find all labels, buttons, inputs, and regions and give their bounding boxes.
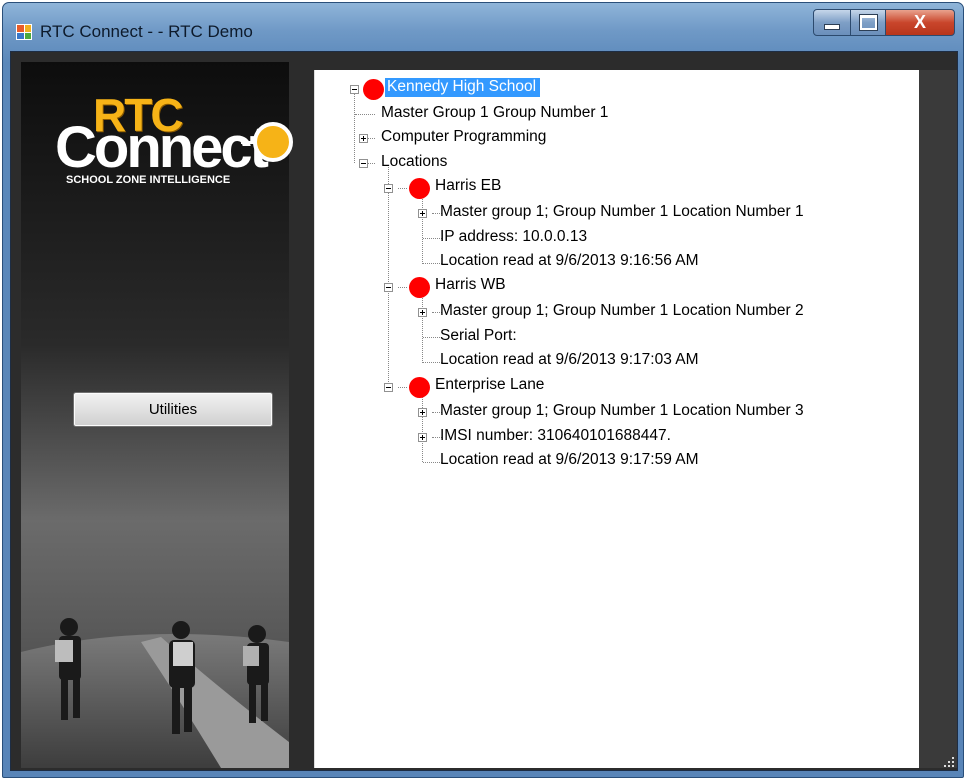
resize-grip-icon[interactable] bbox=[943, 756, 955, 768]
tree-node-harris-wb-serial[interactable]: Serial Port: bbox=[440, 327, 517, 345]
maximize-button[interactable] bbox=[850, 9, 886, 36]
tree-node-harris-wb[interactable]: Harris WB bbox=[435, 276, 506, 294]
logo-ring-icon bbox=[253, 122, 293, 162]
expand-toggle[interactable] bbox=[359, 134, 368, 143]
logo-tagline: SCHOOL ZONE INTELLIGENCE bbox=[66, 174, 231, 186]
status-dot-icon bbox=[409, 277, 430, 298]
tree-node-enterprise-imsi[interactable]: IMSI number: 310640101688447. bbox=[440, 427, 671, 445]
tree-node-harris-wb-master[interactable]: Master group 1; Group Number 1 Location … bbox=[440, 302, 804, 320]
app-window: RTC Connect - - RTC Demo X RTC Connect S… bbox=[2, 2, 964, 778]
minimize-icon bbox=[824, 23, 840, 30]
collapse-toggle[interactable] bbox=[384, 383, 393, 392]
expand-toggle[interactable] bbox=[418, 209, 427, 218]
collapse-toggle[interactable] bbox=[384, 283, 393, 292]
tree-node-locations[interactable]: Locations bbox=[381, 153, 447, 171]
tree-node-computer-programming[interactable]: Computer Programming bbox=[381, 128, 546, 146]
tree-node-harris-eb[interactable]: Harris EB bbox=[435, 177, 501, 195]
utilities-button[interactable]: Utilities bbox=[73, 392, 273, 427]
tree-node-harris-eb-ip[interactable]: IP address: 10.0.0.13 bbox=[440, 228, 587, 246]
collapse-toggle[interactable] bbox=[359, 159, 368, 168]
status-dot-icon bbox=[409, 178, 430, 199]
client-area: RTC Connect SCHOOL ZONE INTELLIGENCE Uti… bbox=[10, 51, 958, 771]
tree-line bbox=[422, 194, 423, 264]
expand-toggle[interactable] bbox=[418, 408, 427, 417]
location-tree[interactable]: Kennedy High School Master Group 1 Group… bbox=[314, 70, 919, 768]
title-bar[interactable]: RTC Connect - - RTC Demo X bbox=[3, 3, 963, 53]
tree-node-enterprise-master[interactable]: Master group 1; Group Number 1 Location … bbox=[440, 402, 804, 420]
tree-node-harris-wb-read[interactable]: Location read at 9/6/2013 9:17:03 AM bbox=[440, 351, 699, 369]
maximize-icon bbox=[858, 14, 878, 31]
tree-line bbox=[355, 114, 375, 115]
tree-line bbox=[422, 393, 423, 462]
expand-toggle[interactable] bbox=[418, 308, 427, 317]
app-icon bbox=[16, 24, 32, 40]
tree-node-master-group[interactable]: Master Group 1 Group Number 1 bbox=[381, 104, 608, 122]
collapse-toggle[interactable] bbox=[384, 184, 393, 193]
minimize-button[interactable] bbox=[813, 9, 851, 36]
tree-line bbox=[398, 188, 407, 189]
tree-line bbox=[388, 167, 389, 388]
close-button[interactable]: X bbox=[885, 9, 955, 36]
close-icon: X bbox=[913, 12, 926, 32]
expand-toggle[interactable] bbox=[418, 433, 427, 442]
status-dot-icon bbox=[363, 79, 384, 100]
tree-node-enterprise-read[interactable]: Location read at 9/6/2013 9:17:59 AM bbox=[440, 451, 699, 469]
tree-node-enterprise-lane[interactable]: Enterprise Lane bbox=[435, 376, 544, 394]
tree-line bbox=[398, 387, 407, 388]
tree-node-root[interactable]: Kennedy High School bbox=[385, 78, 541, 97]
tree-line bbox=[398, 287, 407, 288]
right-gutter bbox=[919, 70, 957, 768]
collapse-toggle[interactable] bbox=[350, 85, 359, 94]
tree-line bbox=[354, 90, 355, 163]
status-dot-icon bbox=[409, 377, 430, 398]
tree-node-harris-eb-master[interactable]: Master group 1; Group Number 1 Location … bbox=[440, 203, 804, 221]
tree-line bbox=[422, 294, 423, 363]
logo-connect-text: Connect bbox=[55, 115, 269, 180]
window-title: RTC Connect - - RTC Demo bbox=[40, 22, 253, 41]
tree-node-harris-eb-read[interactable]: Location read at 9/6/2013 9:16:56 AM bbox=[440, 252, 699, 270]
school-children-photo bbox=[21, 618, 289, 768]
